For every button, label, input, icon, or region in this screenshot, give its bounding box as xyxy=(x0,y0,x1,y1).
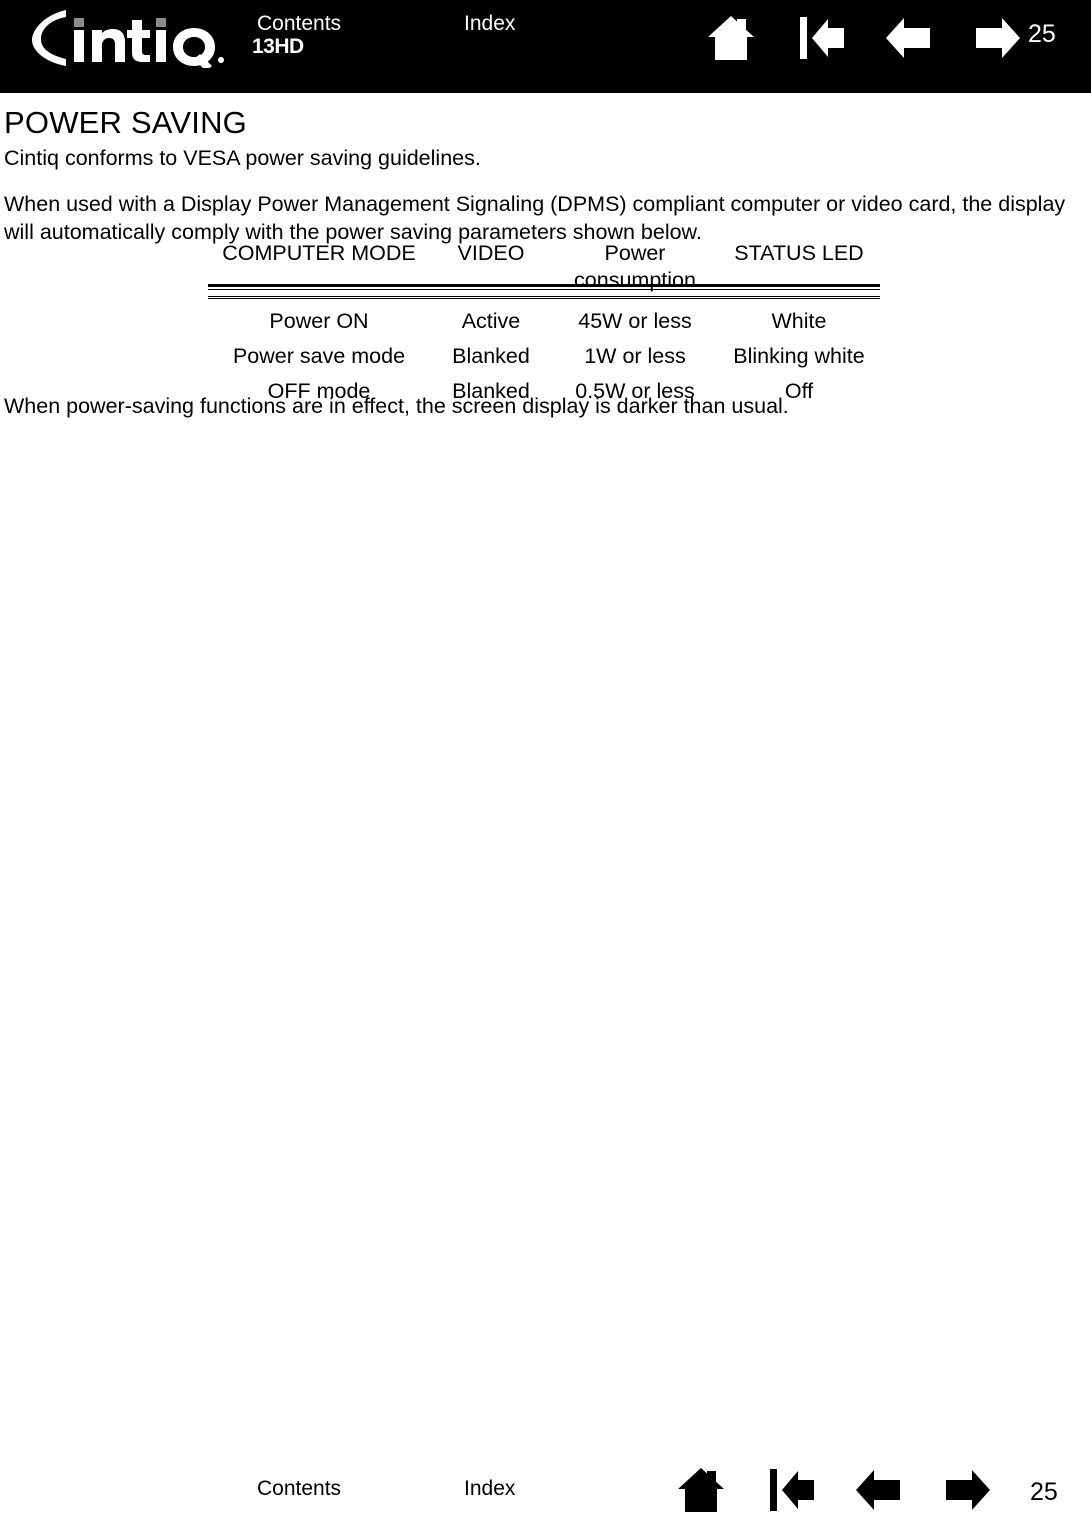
power-saving-table: COMPUTER MODE VIDEO Power consumption ST… xyxy=(208,240,880,409)
cell-video: Blanked xyxy=(452,344,530,368)
footer-contents-link[interactable]: Contents xyxy=(257,1476,341,1502)
main-content: POWER SAVING Cintiq conforms to VESA pow… xyxy=(4,104,1084,246)
page-title: POWER SAVING xyxy=(4,105,247,140)
previous-page-icon[interactable] xyxy=(884,14,932,62)
footer-index-link[interactable]: Index xyxy=(464,1476,515,1502)
header-contents-link[interactable]: Contents xyxy=(257,11,341,37)
divider-line-bottom xyxy=(208,289,880,290)
footer-bar: Contents Index 25 xyxy=(0,1458,1091,1528)
table-row: Power save mode Blanked 1W or less Blink… xyxy=(208,339,880,374)
cell-power-consumption: 45W or less xyxy=(578,309,692,333)
home-icon[interactable] xyxy=(706,14,756,62)
cell-video: Active xyxy=(461,309,521,333)
first-page-icon[interactable] xyxy=(798,14,846,62)
next-page-icon[interactable] xyxy=(974,14,1022,62)
logo-model-suffix: 13HD xyxy=(252,35,304,58)
table-header-divider xyxy=(208,284,880,290)
footer-page-number: 25 xyxy=(1030,1478,1058,1506)
header-index-link[interactable]: Index xyxy=(464,11,515,37)
cell-status-led: White xyxy=(771,309,827,333)
first-page-icon[interactable] xyxy=(768,1466,816,1514)
cintiq-wordmark-icon xyxy=(32,10,224,68)
cell-computer-mode: Power save mode xyxy=(232,344,406,368)
power-saving-table-wrapper: COMPUTER MODE VIDEO Power consumption ST… xyxy=(208,240,880,409)
next-page-icon[interactable] xyxy=(944,1466,992,1514)
header-bar: 13HD Contents Index 25 xyxy=(0,0,1091,93)
table-row: Power ON Active 45W or less White xyxy=(208,298,880,340)
intro-paragraph: Cintiq conforms to VESA power saving gui… xyxy=(4,146,481,170)
previous-page-icon[interactable] xyxy=(854,1466,902,1514)
header-page-number: 25 xyxy=(1028,20,1056,48)
cell-status-led: Blinking white xyxy=(733,344,865,368)
cell-computer-mode: Power ON xyxy=(269,309,369,333)
divider-line-top xyxy=(208,284,880,287)
closing-paragraph: When power-saving functions are in effec… xyxy=(4,394,789,418)
home-icon[interactable] xyxy=(676,1466,726,1514)
description-paragraph: When used with a Display Power Managemen… xyxy=(4,192,1066,244)
cell-power-consumption: 1W or less xyxy=(584,344,686,368)
